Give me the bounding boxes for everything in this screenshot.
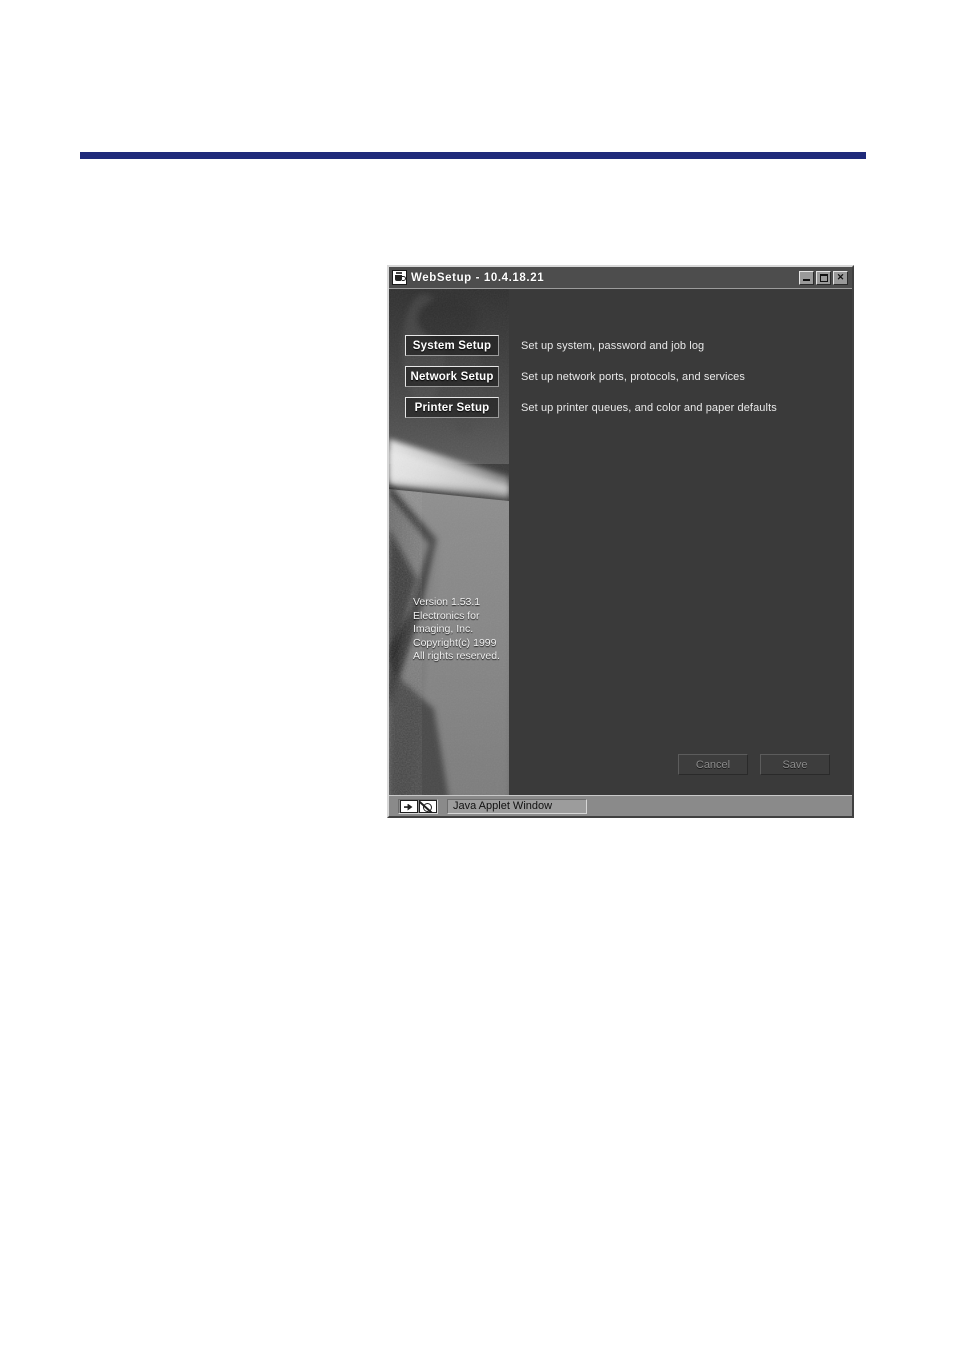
network-setup-description: Set up network ports, protocols, and ser… (521, 370, 745, 383)
system-setup-description: Set up system, password and job log (521, 339, 705, 352)
setup-menu-area: System Setup Set up system, password and… (389, 289, 852, 428)
save-button[interactable]: Save (760, 754, 830, 775)
version-copyright-block: Version 1.53.1 Electronics for Imaging, … (413, 596, 500, 664)
applet-warning-icon (418, 799, 437, 813)
dialog-statusbar: Java Applet Window (389, 795, 852, 816)
close-button[interactable]: ✕ (833, 270, 848, 285)
websetup-dialog-window: WebSetup - 10.4.18.21 ✕ System Setup Set… (387, 265, 854, 818)
dialog-body: System Setup Set up system, password and… (389, 288, 852, 795)
maximize-button[interactable] (816, 270, 831, 285)
menu-row-printer: Printer Setup Set up printer queues, and… (389, 397, 852, 418)
dialog-title: WebSetup - 10.4.18.21 (411, 271, 545, 284)
printer-setup-description: Set up printer queues, and color and pap… (521, 401, 777, 414)
java-coffee-cup-icon (392, 270, 407, 285)
maximize-icon (819, 273, 828, 282)
applet-signal-icon (399, 799, 418, 813)
network-setup-button[interactable]: Network Setup (405, 366, 499, 387)
menu-row-system: System Setup Set up system, password and… (389, 335, 852, 356)
company-line-2: Imaging, Inc. (413, 623, 474, 636)
menu-row-network: Network Setup Set up network ports, prot… (389, 366, 852, 387)
action-button-group: Cancel Save (678, 754, 830, 775)
close-icon: ✕ (836, 272, 845, 282)
version-line: Version 1.53.1 (413, 596, 481, 608)
copyright-line: Copyright(c) 1999 (413, 636, 497, 649)
status-icon-group (398, 798, 438, 814)
page-header-rule (80, 152, 866, 159)
minimize-icon (803, 278, 810, 281)
system-setup-button[interactable]: System Setup (405, 335, 499, 356)
dialog-titlebar[interactable]: WebSetup - 10.4.18.21 ✕ (389, 267, 852, 288)
printer-setup-button[interactable]: Printer Setup (405, 397, 499, 418)
minimize-button[interactable] (799, 270, 814, 285)
rights-line: All rights reserved. (413, 650, 500, 663)
company-line-1: Electronics for (413, 609, 480, 622)
window-controls: ✕ (799, 270, 850, 285)
cancel-button[interactable]: Cancel (678, 754, 748, 775)
status-bar-text: Java Applet Window (447, 798, 587, 814)
